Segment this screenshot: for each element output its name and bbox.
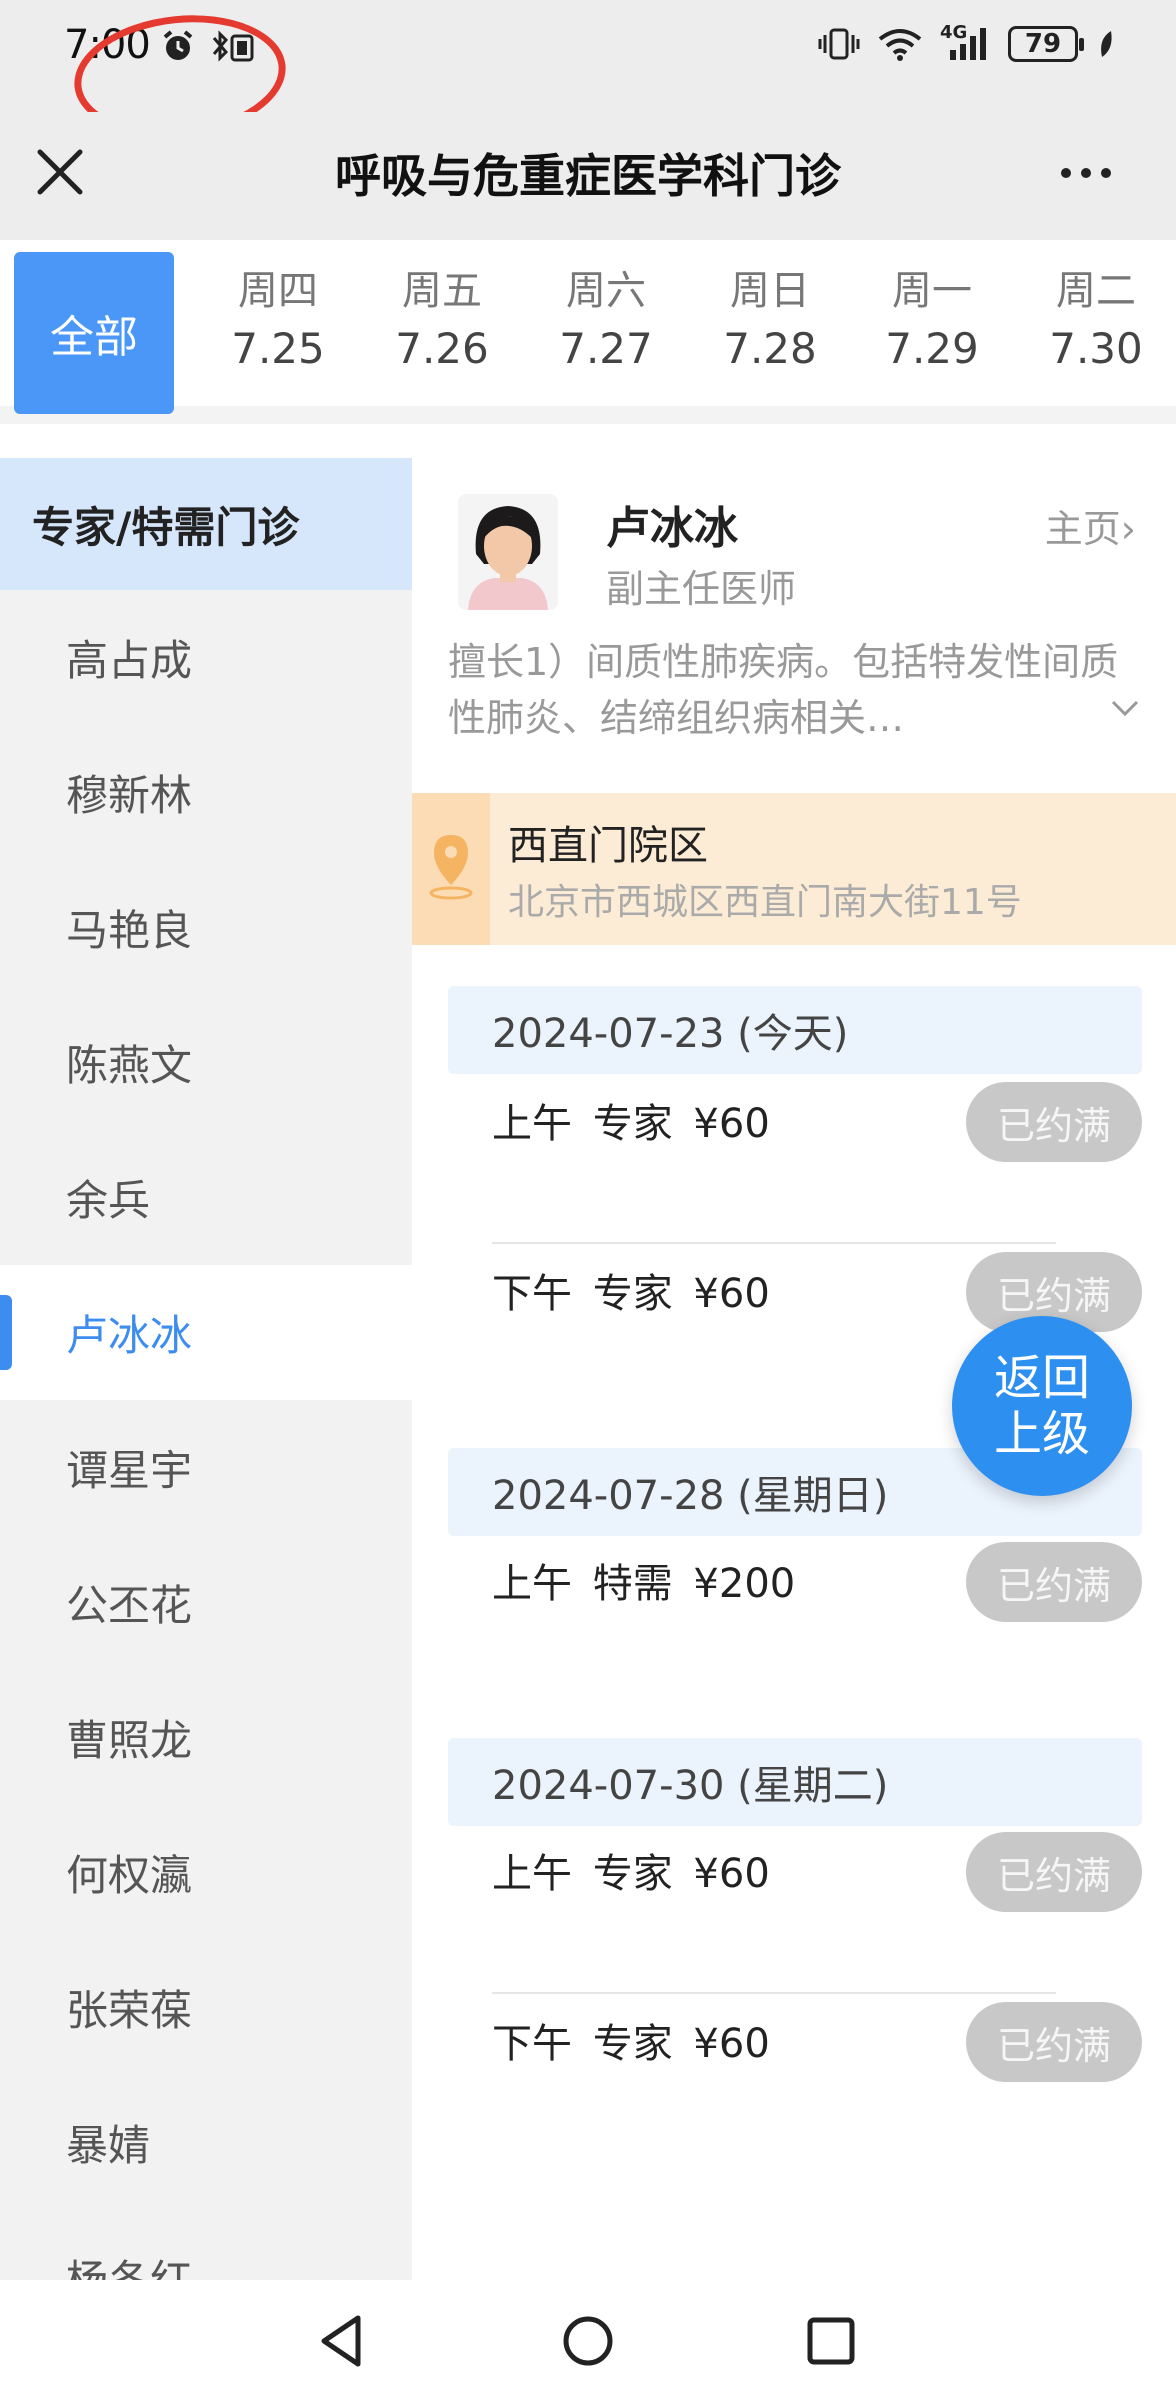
sidebar-item-doctor[interactable]: 杨冬红: [0, 2210, 412, 2280]
tab-date: 7.29: [885, 324, 979, 373]
slot-label: 上午 专家 ¥60: [492, 1851, 770, 1897]
sidebar-item-doctor[interactable]: 陈燕文: [0, 995, 412, 1130]
back-to-parent-button[interactable]: 返回 上级: [952, 1316, 1132, 1496]
tab-date: 7.27: [559, 324, 653, 373]
doctor-avatar[interactable]: [458, 494, 558, 610]
tab-weekday: 周一: [892, 268, 972, 314]
location-pin-icon: [429, 835, 473, 900]
signal-icon: 4G: [940, 22, 990, 62]
tab-weekday: 周四: [238, 268, 318, 314]
tab-day[interactable]: 周一 7.29: [862, 258, 1002, 373]
tab-date: 7.25: [231, 324, 325, 373]
nav-back-icon[interactable]: [308, 2306, 378, 2376]
date-tabs: 全部 周四 7.25 周五 7.26 周六 7.27 周日 7.28 周一 7.…: [0, 240, 1176, 424]
nav-recents-icon[interactable]: [796, 2306, 866, 2376]
slot-label: 上午 专家 ¥60: [492, 1101, 770, 1147]
location-pin-box: [412, 793, 490, 945]
doctor-expertise: 擅长1）间质性肺疾病。包括特发性间质性肺炎、结缔组织病相关…: [448, 640, 1119, 740]
vibrate-icon: [818, 28, 860, 60]
doctor-sidebar: 专家/特需门诊 高占成 穆新林 马艳良 陈燕文 余兵 卢冰冰 谭星宇 公丕花 曹…: [0, 458, 412, 2280]
sidebar-item-doctor[interactable]: 穆新林: [0, 725, 412, 860]
tab-all[interactable]: 全部: [14, 252, 174, 414]
schedule-date-header: 2024-07-30 (星期二): [448, 1738, 1142, 1826]
campus-name: 西直门院区: [508, 823, 708, 869]
slot-full-badge: 已约满: [966, 2002, 1142, 2082]
sidebar-item-doctor[interactable]: 何权瀛: [0, 1805, 412, 1940]
nav-home-icon[interactable]: [553, 2306, 623, 2376]
sidebar-item-doctor[interactable]: 暴婧: [0, 2075, 412, 2210]
sidebar-item-doctor[interactable]: 公丕花: [0, 1535, 412, 1670]
tab-day[interactable]: 周六 7.27: [536, 258, 676, 373]
status-bar: 7:00 4G 79: [0, 0, 1176, 147]
slot-full-badge: 已约满: [966, 1542, 1142, 1622]
doctor-home-link[interactable]: 主页›: [1045, 498, 1136, 553]
tab-day[interactable]: 周五 7.26: [372, 258, 512, 373]
back-button-line1: 返回: [993, 1350, 1090, 1406]
tab-date: 7.30: [1049, 324, 1143, 373]
tab-day[interactable]: 周四 7.25: [208, 258, 348, 373]
tab-day[interactable]: 周日 7.28: [700, 258, 840, 373]
tab-day[interactable]: 周二 7.30: [1026, 258, 1166, 373]
chevron-down-icon[interactable]: [1110, 698, 1140, 718]
schedule-slot[interactable]: 上午 专家 ¥60 已约满: [492, 1072, 1142, 1168]
status-icons-right: 4G 79: [818, 22, 1116, 62]
sidebar-item-doctor[interactable]: 马艳良: [0, 860, 412, 995]
tab-weekday: 周二: [1056, 268, 1136, 314]
sidebar-item-doctor[interactable]: 曹照龙: [0, 1670, 412, 1805]
sidebar-item-doctor[interactable]: 谭星宇: [0, 1400, 412, 1535]
tab-weekday: 周六: [566, 268, 646, 314]
page-title: 呼吸与危重症医学科门诊: [335, 149, 841, 203]
more-options-icon[interactable]: [1056, 148, 1126, 198]
tab-date: 7.26: [395, 324, 489, 373]
schedule-slot[interactable]: 下午 专家 ¥60 已约满: [492, 1992, 1142, 2088]
doctor-title: 副主任医师: [606, 567, 797, 611]
battery-indicator: 79: [1008, 26, 1084, 62]
slot-label: 上午 特需 ¥200: [492, 1561, 796, 1607]
system-nav-bar: [0, 2280, 1176, 2400]
sidebar-item-doctor[interactable]: 张荣葆: [0, 1940, 412, 2075]
slot-label: 下午 专家 ¥60: [492, 1271, 770, 1317]
back-button-line2: 上级: [993, 1406, 1090, 1462]
tab-weekday: 周五: [402, 268, 482, 314]
schedule-slot[interactable]: 上午 专家 ¥60 已约满: [492, 1822, 1142, 1918]
sidebar-item-doctor-active[interactable]: 卢冰冰: [0, 1265, 412, 1400]
tab-weekday: 周日: [730, 268, 810, 314]
campus-info[interactable]: 西直门院区 北京市西城区西直门南大街11号: [412, 793, 1176, 945]
slot-label: 下午 专家 ¥60: [492, 2021, 770, 2067]
sidebar-category-expert[interactable]: 专家/特需门诊: [0, 458, 412, 590]
schedule-date-header: 2024-07-23 (今天): [448, 986, 1142, 1074]
wifi-icon: [878, 29, 922, 61]
tab-date: 7.28: [723, 324, 817, 373]
sidebar-item-doctor[interactable]: 余兵: [0, 1130, 412, 1265]
slot-full-badge: 已约满: [966, 1082, 1142, 1162]
slot-full-badge: 已约满: [966, 1832, 1142, 1912]
title-bar: 呼吸与危重症医学科门诊: [0, 112, 1176, 240]
sidebar-item-doctor[interactable]: 高占成: [0, 590, 412, 725]
campus-address: 北京市西城区西直门南大街11号: [508, 882, 1022, 923]
schedule-slot[interactable]: 上午 特需 ¥200 已约满: [492, 1532, 1142, 1628]
doctor-name: 卢冰冰: [606, 503, 738, 554]
leaf-icon: [1101, 31, 1112, 57]
